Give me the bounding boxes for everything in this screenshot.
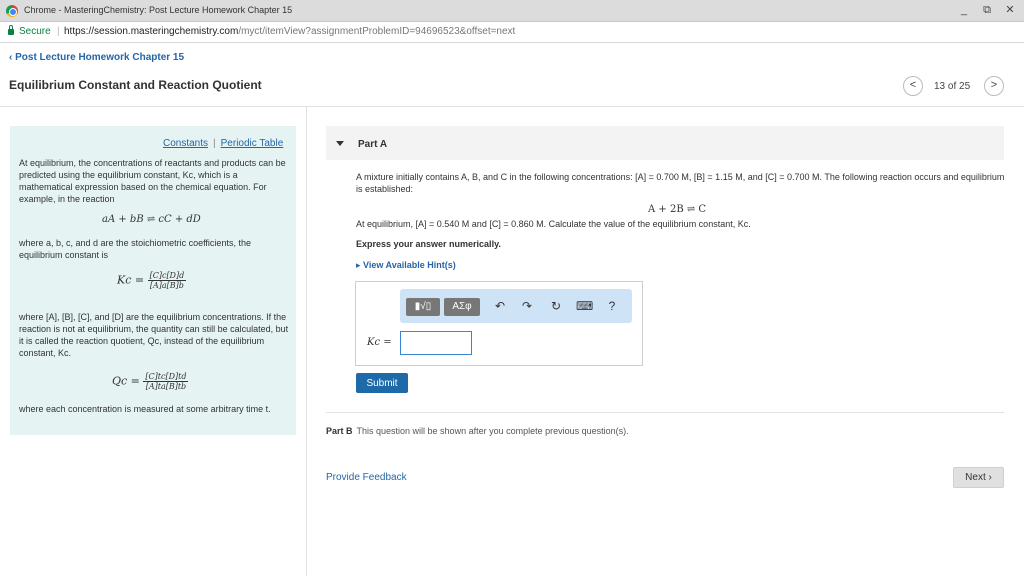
resource-links: Constants | Periodic Table	[163, 138, 284, 149]
kc-numerator: [C]c[D]d	[147, 271, 187, 281]
hints-label: View Available Hint(s)	[363, 260, 456, 270]
templates-button[interactable]: ▮√▯	[406, 298, 440, 316]
general-reaction: aA + bB ⇌ cC + dD	[102, 214, 201, 225]
question-text-2: At equilibrium, [A] = 0.540 M and [C] = …	[356, 219, 751, 229]
part-b-message: This question will be shown after you co…	[356, 426, 629, 436]
qc-fraction: [C]tc[D]td [A]ta[B]tb	[143, 372, 189, 391]
minimize-icon[interactable]: _	[956, 3, 972, 17]
coefficient-text: where a, b, c, and d are the stoichiomet…	[19, 238, 251, 260]
part-b-label: Part B	[326, 426, 353, 436]
constants-link[interactable]: Constants	[163, 138, 208, 149]
provide-feedback-link[interactable]: Provide Feedback	[326, 472, 407, 483]
help-icon[interactable]: ?	[604, 298, 620, 314]
previous-item-button[interactable]: <	[903, 76, 923, 96]
symbols-button[interactable]: ΑΣφ	[444, 298, 480, 316]
chrome-logo-icon	[6, 5, 18, 17]
kc-denominator: [A]a[B]b	[149, 281, 184, 290]
question-text-1: A mixture initially contains A, B, and C…	[356, 172, 1005, 194]
reaction-quotient-text: where [A], [B], [C], and [D] are the equ…	[19, 312, 289, 358]
submit-button[interactable]: Submit	[356, 373, 408, 393]
lock-icon	[8, 25, 14, 35]
introduction-panel: Constants | Periodic Table At equilibrium,…	[10, 126, 296, 435]
chevron-left-icon: <	[909, 79, 917, 91]
answer-box: ▮√▯ ΑΣφ ↶ ↷ ↻ ⌨ ? Kc =	[355, 281, 643, 366]
item-pager: < 13 of 25 >	[903, 76, 1007, 96]
qc-expression: Qc = [C]tc[D]td [A]ta[B]tb	[112, 372, 189, 391]
next-button[interactable]: Next ›	[953, 467, 1004, 488]
kc-lhs: Kc =	[117, 273, 145, 287]
kc-answer-input[interactable]	[400, 331, 472, 355]
chevron-right-icon: >	[990, 79, 998, 91]
part-b-row: Part B This question will be shown after …	[326, 426, 629, 436]
restore-icon[interactable]: ⧉	[979, 3, 995, 17]
column-divider	[306, 107, 307, 576]
secure-label: Secure	[19, 26, 51, 37]
back-to-assignment-link[interactable]: ‹ Post Lecture Homework Chapter 15	[9, 52, 184, 63]
next-item-button[interactable]: >	[984, 76, 1004, 96]
address-separator: |	[57, 26, 60, 37]
reset-icon[interactable]: ↻	[548, 298, 564, 314]
intro-text: At equilibrium, the concentrations of re…	[19, 158, 286, 204]
answer-instructions: Express your answer numerically.	[356, 239, 501, 249]
qc-denominator: [A]ta[B]tb	[145, 382, 187, 391]
item-count: 13 of 25	[934, 81, 971, 92]
part-b-divider	[326, 412, 1004, 413]
part-a-header[interactable]: Part A	[326, 126, 1004, 160]
answer-label: Kc =	[367, 337, 392, 348]
url-text[interactable]: https://session.masteringchemistry.com/m…	[64, 26, 515, 37]
window-title: Chrome - MasteringChemistry: Post Lectur…	[24, 5, 293, 15]
back-link-label: Post Lecture Homework Chapter 15	[15, 52, 185, 63]
header-divider	[0, 106, 1024, 107]
page-title: Equilibrium Constant and Reaction Quotie…	[9, 78, 262, 92]
qc-lhs: Qc =	[112, 374, 140, 388]
kc-fraction: [C]c[D]d [A]a[B]b	[147, 271, 187, 290]
keyboard-icon[interactable]: ⌨	[576, 298, 593, 314]
url-path: /myct/itemView?assignmentProblemID=94696…	[238, 26, 516, 37]
reaction-equation: A + 2B ⇌ C	[648, 204, 707, 215]
address-bar[interactable]: Secure | https://session.masteringchemis…	[0, 22, 1024, 43]
view-hints-link[interactable]: ▸ View Available Hint(s)	[356, 260, 456, 271]
collapse-triangle-icon	[336, 141, 344, 146]
kc-expression: Kc = [C]c[D]d [A]a[B]b	[117, 271, 187, 290]
url-host: https://session.masteringchemistry.com	[64, 26, 239, 37]
redo-icon[interactable]: ↷	[519, 298, 535, 314]
window-title-bar: Chrome - MasteringChemistry: Post Lectur…	[0, 0, 1024, 22]
part-a-label: Part A	[358, 139, 388, 150]
qc-numerator: [C]tc[D]td	[143, 372, 189, 382]
undo-icon[interactable]: ↶	[492, 298, 508, 314]
math-toolbar: ▮√▯ ΑΣφ ↶ ↷ ↻ ⌨ ?	[400, 289, 632, 323]
close-icon[interactable]: ✕	[1002, 3, 1018, 17]
caret-right-icon: ▸	[356, 260, 364, 270]
arbitrary-time-text: where each concentration is measured at …	[19, 404, 271, 414]
periodic-table-link[interactable]: Periodic Table	[221, 138, 284, 149]
